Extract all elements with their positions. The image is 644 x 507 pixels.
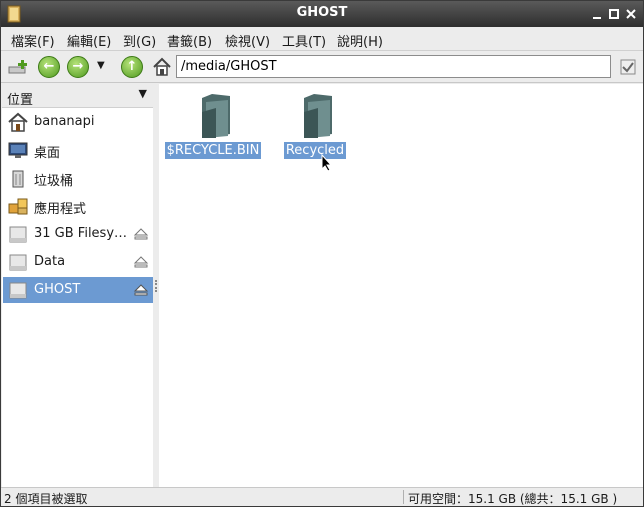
file-item-recycled[interactable]: Recycled	[265, 88, 365, 168]
menu-tools[interactable]: 工具(T)	[282, 31, 326, 50]
menu-edit[interactable]: 編輯(E)	[67, 31, 111, 50]
sidebar-item-ghost[interactable]: GHOST	[3, 277, 153, 303]
splitter-grip[interactable]	[155, 280, 157, 292]
maximize-icon	[609, 9, 619, 19]
menu-file[interactable]: 檔案(F)	[11, 31, 55, 50]
sidebar-item-label: GHOST	[34, 282, 81, 297]
sidebar-item-label: 31 GB Filesy…	[34, 226, 128, 241]
file-name: Recycled	[283, 142, 347, 159]
menu-bookmarks[interactable]: 書籤(B)	[167, 31, 212, 50]
places-sidebar: 位置 ▼ bananapi 桌面 垃圾桶 應用程式 31 GB Filesy… …	[2, 84, 153, 487]
sidebar-item-home[interactable]: bananapi	[3, 109, 153, 135]
title-bar[interactable]: GHOST	[1, 1, 643, 27]
sidebar-item-data[interactable]: Data	[3, 249, 153, 275]
applications-icon	[8, 198, 28, 215]
status-bar: 2 個項目被選取 可用空間：15.1 GB (總共：15.1 GB )	[1, 487, 643, 506]
close-button[interactable]	[623, 6, 639, 22]
up-button[interactable]: ↑	[121, 56, 143, 78]
sidebar-item-desktop[interactable]: 桌面	[3, 137, 153, 163]
sidebar-item-trash[interactable]: 垃圾桶	[3, 165, 153, 191]
mouse-cursor-icon	[321, 154, 333, 172]
arrow-right-icon: →	[72, 59, 84, 74]
chevron-down-icon[interactable]: ▼	[139, 87, 147, 100]
places-header-label: 位置	[7, 93, 34, 108]
folder-icon	[202, 94, 230, 138]
home-icon	[8, 112, 28, 132]
home-icon[interactable]	[151, 56, 173, 78]
places-header[interactable]: 位置 ▼	[2, 84, 153, 108]
menu-view[interactable]: 檢視(V)	[225, 31, 270, 50]
arrow-up-icon: ↑	[126, 59, 138, 74]
sidebar-item-31gb-filesystem[interactable]: 31 GB Filesy…	[3, 221, 153, 247]
file-view[interactable]: $RECYCLE.BIN Recycled	[159, 84, 643, 487]
status-separator	[403, 490, 404, 504]
path-input[interactable]	[176, 55, 611, 78]
window-title: GHOST	[296, 5, 348, 20]
sidebar-item-label: 垃圾桶	[34, 174, 74, 189]
sidebar-item-applications[interactable]: 應用程式	[3, 193, 153, 219]
drive-icon	[9, 282, 27, 299]
back-button[interactable]: ←	[38, 56, 60, 78]
drive-icon	[9, 254, 27, 271]
sidebar-item-label: bananapi	[34, 114, 95, 129]
file-manager-window: GHOST 檔案(F) 編輯(E) 到(G) 書籤(B) 檢視(V) 工具(T)…	[0, 0, 644, 507]
chevron-down-icon: ▼	[97, 60, 105, 71]
eject-icon[interactable]	[133, 283, 149, 297]
trash-icon	[12, 170, 24, 188]
arrow-left-icon: ←	[43, 59, 55, 74]
history-dropdown-button[interactable]: ▼	[97, 60, 109, 72]
drive-icon	[9, 226, 27, 243]
minimize-icon	[593, 17, 601, 19]
maximize-button[interactable]	[606, 6, 622, 22]
sidebar-item-label: 桌面	[34, 146, 61, 161]
eject-icon[interactable]	[133, 255, 149, 269]
minimize-button[interactable]	[589, 6, 605, 22]
menu-help[interactable]: 說明(H)	[337, 31, 383, 50]
file-item-recycle-bin[interactable]: $RECYCLE.BIN	[163, 88, 263, 168]
toolbar: ← → ▼ ↑	[1, 51, 643, 83]
free-space-status: 可用空間：15.1 GB (總共：15.1 GB )	[408, 492, 618, 506]
file-name: $RECYCLE.BIN	[164, 142, 262, 159]
new-tab-icon[interactable]	[7, 56, 29, 78]
selection-status: 2 個項目被選取	[4, 492, 88, 506]
forward-button[interactable]: →	[67, 56, 89, 78]
sidebar-item-label: 應用程式	[34, 202, 87, 217]
desktop-icon	[8, 142, 28, 158]
eject-icon[interactable]	[133, 227, 149, 241]
folder-icon	[304, 94, 332, 138]
sidebar-item-label: Data	[34, 254, 66, 269]
menu-go[interactable]: 到(G)	[123, 31, 156, 50]
go-button-icon[interactable]	[617, 56, 639, 78]
menu-bar: 檔案(F) 編輯(E) 到(G) 書籤(B) 檢視(V) 工具(T) 說明(H)	[1, 27, 643, 51]
close-icon	[626, 9, 636, 19]
